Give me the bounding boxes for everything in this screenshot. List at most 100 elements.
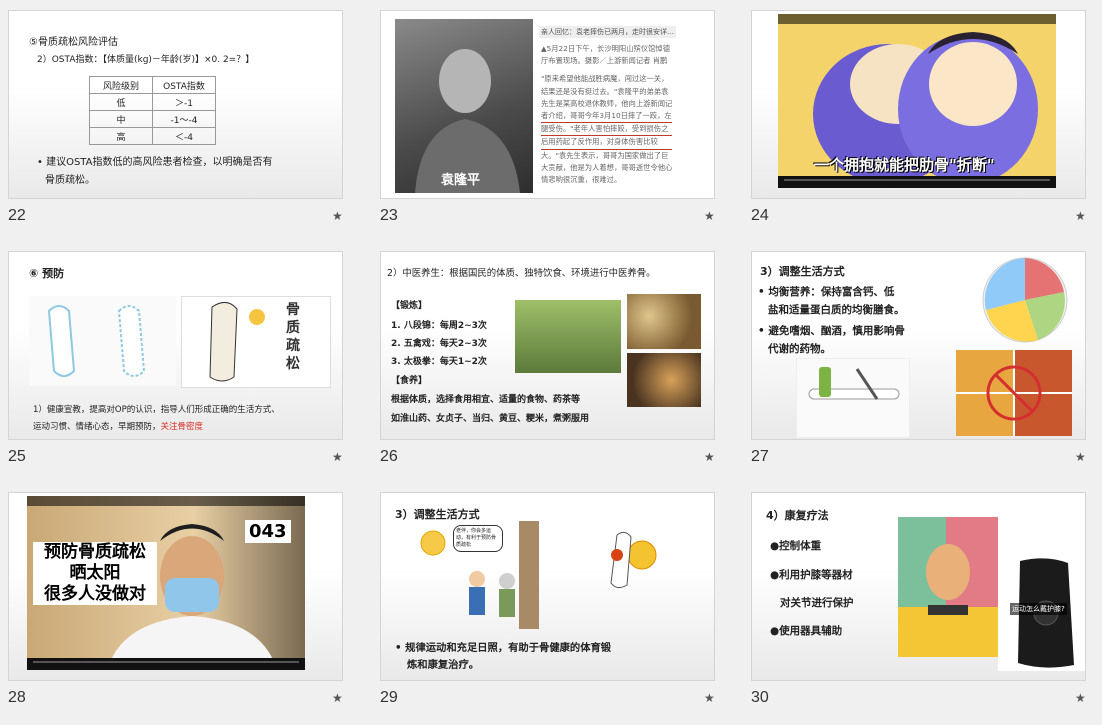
slide-thumbnail-29[interactable]: 3）调整生活方式 老伴，你会多运动，有利于预防骨质疏松 • 规律运动和充足日照，…	[380, 492, 715, 681]
osta-formula: 2）OSTA指数：【体质量(kg)－年龄(岁)】×0. 2=？】	[37, 55, 255, 65]
overlay-line: 很多人没做对	[44, 584, 146, 604]
cartoon-bones-image	[29, 296, 176, 386]
star-icon[interactable]: ★	[1075, 691, 1086, 705]
speech-bubble: 老伴，你会多运动，有利于预防骨质疏松	[453, 525, 503, 552]
video-title-bar	[778, 14, 1056, 24]
exercise-item: 1. 八段锦：每周2~3次	[391, 321, 487, 331]
osta-table: 风险级别 OSTA指数 低＞-1 中 -1～-4 高＜-4	[89, 76, 216, 145]
slide-heading: 3）调整生活方式	[395, 508, 480, 521]
no-smoking-drinking-image	[796, 358, 910, 438]
bone-cartoon	[808, 367, 900, 400]
slide-thumbnail-26[interactable]: 2）中医养生：根据国民的体质、独特饮食、环境进行中医养骨。 【锻炼】 1. 八段…	[380, 251, 715, 440]
star-icon[interactable]: ★	[332, 691, 343, 705]
article-line: 腿受伤。"老年人害怕摔跤，受到损伤之	[541, 123, 673, 137]
video-overlay-title: 预防骨质疏松 晒太阳 很多人没做对	[33, 542, 157, 605]
table-cell: ＞-1	[152, 93, 216, 111]
video-player[interactable]: 预防骨质疏松 晒太阳 很多人没做对 043	[27, 496, 305, 670]
slide-heading: ⑤骨质疏松风险评估	[29, 37, 118, 48]
table-cell: ＜-4	[152, 127, 216, 145]
bone-sun-graphic	[610, 531, 657, 589]
book-title-char: 松	[286, 356, 300, 372]
diet-text: 如淮山药、女贞子、当归、黄豆、粳米，煮粥服用	[391, 414, 590, 424]
photo-label: 运动怎么戴护膝?	[1010, 603, 1067, 615]
book-title: 骨 质 疏 松	[286, 301, 300, 373]
therapy-item: ●控制体重	[770, 540, 822, 552]
star-icon[interactable]: ★	[704, 450, 715, 464]
portrait-photo: 袁隆平	[395, 19, 533, 193]
slide-heading: 2）中医养生：根据国民的体质、独特饮食、环境进行中医养骨。	[387, 268, 656, 279]
prohibited-foods	[956, 350, 1072, 436]
overlay-line: 预防骨质疏松	[44, 542, 146, 562]
photo-caption: 袁隆平	[441, 173, 481, 188]
food-photo	[627, 353, 701, 407]
slide-thumbnail-30[interactable]: 4）康复疗法 ●控制体重 ●利用护膝等器材 对关节进行保护 ●使用器具辅助 运动…	[751, 492, 1086, 681]
article-line: 者介绍，哥哥今年3月10日摔了一跤，左	[541, 110, 673, 124]
body-text: 1）健康宣教，提高对OP的认识，指导人们形成正确的生活方式、	[33, 405, 280, 415]
video-controls[interactable]	[27, 658, 305, 670]
book-title-char: 骨	[286, 302, 300, 318]
star-icon[interactable]: ★	[1075, 209, 1086, 223]
slide-number: 30	[751, 689, 769, 706]
therapy-item: ●使用器具辅助	[770, 625, 843, 637]
article-line: "原来希望他能战胜病魔，闯过这一关，	[541, 74, 669, 84]
slide-thumbnail-28[interactable]: 预防骨质疏松 晒太阳 很多人没做对 043	[8, 492, 343, 681]
walking-couple-illustration: 老伴，你会多运动，有利于预防骨质疏松	[409, 521, 563, 629]
nutrition-plate	[982, 257, 1068, 343]
slide-number: 26	[380, 448, 398, 465]
slide-number: 27	[751, 448, 769, 465]
slide-thumbnail-23[interactable]: 袁隆平 亲人回忆：袁老摔伤已两月，走时很安详… ▲5月22日下午，长沙明阳山殡仪…	[380, 10, 715, 199]
therapy-item: 对关节进行保护	[780, 597, 854, 609]
video-controls[interactable]	[778, 176, 1056, 188]
table-cell: 中	[89, 110, 153, 128]
slide-number: 24	[751, 207, 769, 224]
bullet-text: 骨质疏松。	[45, 175, 95, 186]
slide-number: 22	[8, 207, 26, 224]
article-header: 亲人回忆：袁老摔伤已两月，走时很安详…	[539, 26, 676, 38]
slide-thumbnail-22[interactable]: ⑤骨质疏松风险评估 2）OSTA指数：【体质量(kg)－年龄(岁)】×0. 2=…	[8, 10, 343, 199]
junk-food-grid-image	[956, 350, 1072, 436]
food-plate-image	[978, 254, 1072, 346]
bullet-text: • 均衡营养：保持富含钙、低	[758, 286, 895, 298]
bone-cartoon-figure	[209, 302, 265, 382]
video-player[interactable]: 一个拥抱就能把肋骨"折断"	[778, 14, 1056, 188]
book-title-char: 疏	[286, 338, 300, 354]
taichi-photo	[515, 300, 621, 373]
weight-scale-illustration	[898, 517, 998, 657]
bone-sun-illustration	[587, 525, 677, 605]
bullet-text: 代谢的药物。	[768, 343, 831, 355]
article-line: 厅布置现场。摄影／上游新闻记者 肖鹏	[541, 56, 668, 66]
book-cover-image: 骨 质 疏 松	[181, 296, 331, 388]
bone-characters	[47, 305, 146, 377]
video-subtitle: 一个拥抱就能把肋骨"折断"	[814, 156, 995, 174]
slide-thumbnail-24[interactable]: 一个拥抱就能把肋骨"折断"	[751, 10, 1086, 199]
table-cell: 高	[89, 127, 153, 145]
table-cell: -1～-4	[152, 110, 216, 128]
therapy-item: ●利用护膝等器材	[770, 569, 853, 581]
slide-thumbnail-25[interactable]: ⑥ 预防 骨 质 疏 松 1）健康宣教，提高对OP的认识，指导人们形成正确的生活…	[8, 251, 343, 440]
diet-text: 根据体质，选择食用相宜、适量的食物、药茶等	[391, 395, 581, 405]
portrait-figure	[415, 49, 520, 193]
bullet-text: • 建议OSTA指数低的高风险患者检查，以明确是否有	[37, 157, 273, 168]
star-icon[interactable]: ★	[332, 209, 343, 223]
overlay-line: 晒太阳	[69, 563, 121, 583]
star-icon[interactable]: ★	[1075, 450, 1086, 464]
star-icon[interactable]: ★	[704, 209, 715, 223]
slide-thumbnail-27[interactable]: 3）调整生活方式 • 均衡营养：保持富含钙、低 盐和适量蛋白质的均衡膳食。 • …	[751, 251, 1086, 440]
star-icon[interactable]: ★	[332, 450, 343, 464]
section-title: 【锻炼】	[391, 301, 428, 311]
table-header: OSTA指数	[152, 76, 216, 94]
episode-badge: 043	[245, 520, 291, 543]
body-text: 运动习惯、情绪心态，早期预防，关注骨密度	[33, 420, 203, 432]
video-title-bar	[27, 496, 305, 506]
exercise-item: 3. 太极拳：每天1~2次	[391, 357, 487, 367]
table-cell: 低	[89, 93, 153, 111]
article-line: 情悲哟很沉重，很难过。	[541, 175, 622, 185]
book-title-char: 质	[286, 320, 300, 336]
star-icon[interactable]: ★	[704, 691, 715, 705]
article-line: 结果还是没有挺过去。"袁隆平的弟弟袁	[541, 86, 669, 96]
slide-number: 25	[8, 448, 26, 465]
bullet-text: 炼和康复治疗。	[407, 659, 480, 671]
bullet-text: • 避免嗜烟、酗酒，慎用影响骨	[758, 325, 905, 337]
slide-heading: 4）康复疗法	[766, 509, 829, 522]
article-line: 大。"袁先生表示，哥哥为国家做出了巨	[541, 150, 669, 160]
